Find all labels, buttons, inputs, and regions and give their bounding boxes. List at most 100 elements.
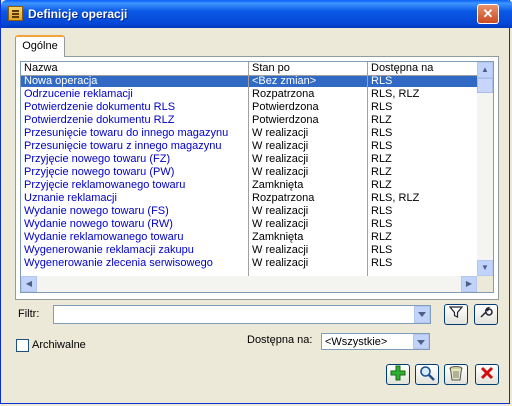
cell-state: <Bez zmian>	[252, 76, 317, 87]
cell-available: RLS	[371, 219, 393, 230]
vertical-scrollbar[interactable]: ▲ ▼	[477, 62, 493, 276]
column-divider	[248, 76, 249, 280]
cell-name: Potwierdzenie dokumentu RLZ	[24, 115, 175, 126]
cell-state: W realizacji	[252, 128, 309, 139]
filter-label: Filtr:	[18, 308, 40, 320]
cell-available: RLS, RLZ	[371, 89, 420, 100]
table-row[interactable]: Wygenerowanie reklamacji zakupu W realiza…	[21, 245, 477, 256]
cell-state: Potwierdzona	[252, 115, 319, 126]
magnifier-icon	[420, 366, 435, 381]
filter-button[interactable]	[444, 304, 468, 325]
cell-state: Rozpatrzona	[252, 193, 315, 204]
app-icon	[8, 6, 23, 21]
scroll-down-icon[interactable]: ▼	[477, 260, 493, 276]
table-header: Nazwa Stan po Dostępna na	[21, 62, 477, 76]
cell-available: RLS	[371, 258, 393, 269]
filter-combo[interactable]	[53, 305, 431, 324]
tab-panel: Nazwa Stan po Dostępna na Nowa operacja <…	[15, 56, 499, 300]
cell-name: Uznanie reklamacji	[24, 193, 117, 204]
scroll-right-icon[interactable]: ▶	[461, 276, 477, 292]
trash-icon	[449, 366, 463, 381]
trash-button[interactable]	[444, 364, 468, 385]
cell-available: RLS	[371, 245, 393, 256]
cell-available: RLS	[371, 128, 393, 139]
window-title: Definicje operacji	[28, 7, 128, 21]
table-row[interactable]: Przesunięcie towaru z innego magazynu W r…	[21, 141, 477, 152]
tab-general[interactable]: Ogólne	[15, 35, 65, 57]
table-row[interactable]: Przyjęcie nowego towaru (PW) W realizacji…	[21, 167, 477, 178]
cell-available: RLZ	[371, 232, 392, 243]
cell-name: Wydanie nowego towaru (FS)	[24, 206, 169, 217]
delete-icon	[480, 366, 494, 380]
cell-name: Przyjęcie nowego towaru (PW)	[24, 167, 175, 178]
cell-name: Wygenerowanie reklamacji zakupu	[24, 245, 194, 256]
table-row[interactable]: Przesunięcie towaru do innego magazynu W …	[21, 128, 477, 139]
available-on-select[interactable]: <Wszystkie>	[321, 333, 430, 350]
cell-name: Nowa operacja	[24, 76, 98, 87]
cell-name: Wydanie reklamowanego towaru	[24, 232, 184, 243]
table-row[interactable]: Wydanie nowego towaru (RW) W realizacji RL…	[21, 219, 477, 230]
cell-available: RLZ	[371, 167, 392, 178]
table-row[interactable]: Potwierdzenie dokumentu RLZ Potwierdzona R…	[21, 115, 477, 126]
cell-state: W realizacji	[252, 141, 309, 152]
table-row[interactable]: Wydanie nowego towaru (FS) W realizacji RL…	[21, 206, 477, 217]
table-row[interactable]: Odrzucenie reklamacji Rozpatrzona RLS, RLZ	[21, 89, 477, 100]
cell-state: Zamknięta	[252, 180, 304, 191]
cell-name: Potwierdzenie dokumentu RLS	[24, 102, 176, 113]
cell-state: W realizacji	[252, 245, 309, 256]
cell-state: Potwierdzona	[252, 102, 319, 113]
title-bar[interactable]: Definicje operacji ✕	[1, 0, 512, 28]
cell-name: Przyjęcie reklamowanego towaru	[24, 180, 186, 191]
chevron-down-icon[interactable]	[414, 306, 430, 323]
cell-state: Rozpatrzona	[252, 89, 315, 100]
delete-button[interactable]	[475, 364, 499, 385]
column-divider	[367, 76, 368, 280]
cell-available: RLZ	[371, 115, 392, 126]
available-on-label: Dostępna na:	[247, 334, 313, 346]
column-header-available[interactable]: Dostępna na	[368, 62, 477, 75]
table-row[interactable]: Wygenerowanie zlecenia serwisowego W real…	[21, 258, 477, 269]
available-on-value: <Wszystkie>	[325, 336, 388, 348]
cell-available: RLS	[371, 102, 393, 113]
cell-state: W realizacji	[252, 154, 309, 165]
chevron-down-icon[interactable]	[413, 334, 429, 349]
wrench-icon	[480, 306, 493, 318]
scroll-left-icon[interactable]: ◀	[21, 276, 37, 292]
cell-state: Zamknięta	[252, 232, 304, 243]
table-row[interactable]: Uznanie reklamacji Rozpatrzona RLS, RLZ	[21, 193, 477, 204]
cell-name: Odrzucenie reklamacji	[24, 89, 133, 100]
archived-checkbox[interactable]	[16, 339, 29, 352]
table-row[interactable]: Przyjęcie nowego towaru (FZ) W realizacji…	[21, 154, 477, 165]
cell-name: Przesunięcie towaru z innego magazynu	[24, 141, 222, 152]
cell-available: RLS	[371, 141, 393, 152]
cell-state: W realizacji	[252, 258, 309, 269]
table-row[interactable]: Potwierdzenie dokumentu RLS Potwierdzona R…	[21, 102, 477, 113]
table-row[interactable]: Wydanie reklamowanego towaru Zamknięta RLZ	[21, 232, 477, 243]
table-row[interactable]: Przyjęcie reklamowanego towaru Zamknięta R…	[21, 180, 477, 191]
operations-table: Nazwa Stan po Dostępna na Nowa operacja <…	[20, 61, 494, 293]
close-button[interactable]: ✕	[477, 4, 499, 24]
scroll-corner	[477, 276, 493, 292]
options-button[interactable]	[474, 304, 498, 325]
dialog-window: Definicje operacji ✕ Ogólne Nazwa Stan p…	[0, 0, 512, 404]
cell-name: Przyjęcie nowego towaru (FZ)	[24, 154, 171, 165]
add-button[interactable]	[386, 364, 410, 385]
scroll-up-icon[interactable]: ▲	[477, 62, 493, 78]
table-row[interactable]: Nowa operacja <Bez zmian> RLS	[21, 76, 477, 87]
cell-state: W realizacji	[252, 206, 309, 217]
search-button[interactable]	[415, 364, 439, 385]
plus-icon	[390, 365, 406, 381]
column-header-state[interactable]: Stan po	[249, 62, 368, 75]
cell-state: W realizacji	[252, 219, 309, 230]
cell-available: RLZ	[371, 180, 392, 191]
cell-name: Wygenerowanie zlecenia serwisowego	[24, 258, 213, 269]
cell-available: RLS	[371, 76, 393, 87]
column-header-name[interactable]: Nazwa	[21, 62, 249, 75]
cell-state: W realizacji	[252, 167, 309, 178]
cell-available: RLZ	[371, 154, 392, 165]
table-body: Nowa operacja <Bez zmian> RLS Odrzucenie re…	[21, 76, 477, 276]
cell-name: Wydanie nowego towaru (RW)	[24, 219, 173, 230]
scroll-thumb[interactable]	[477, 78, 493, 93]
horizontal-scrollbar[interactable]: ◀ ▶	[21, 276, 477, 292]
funnel-icon	[448, 306, 464, 318]
